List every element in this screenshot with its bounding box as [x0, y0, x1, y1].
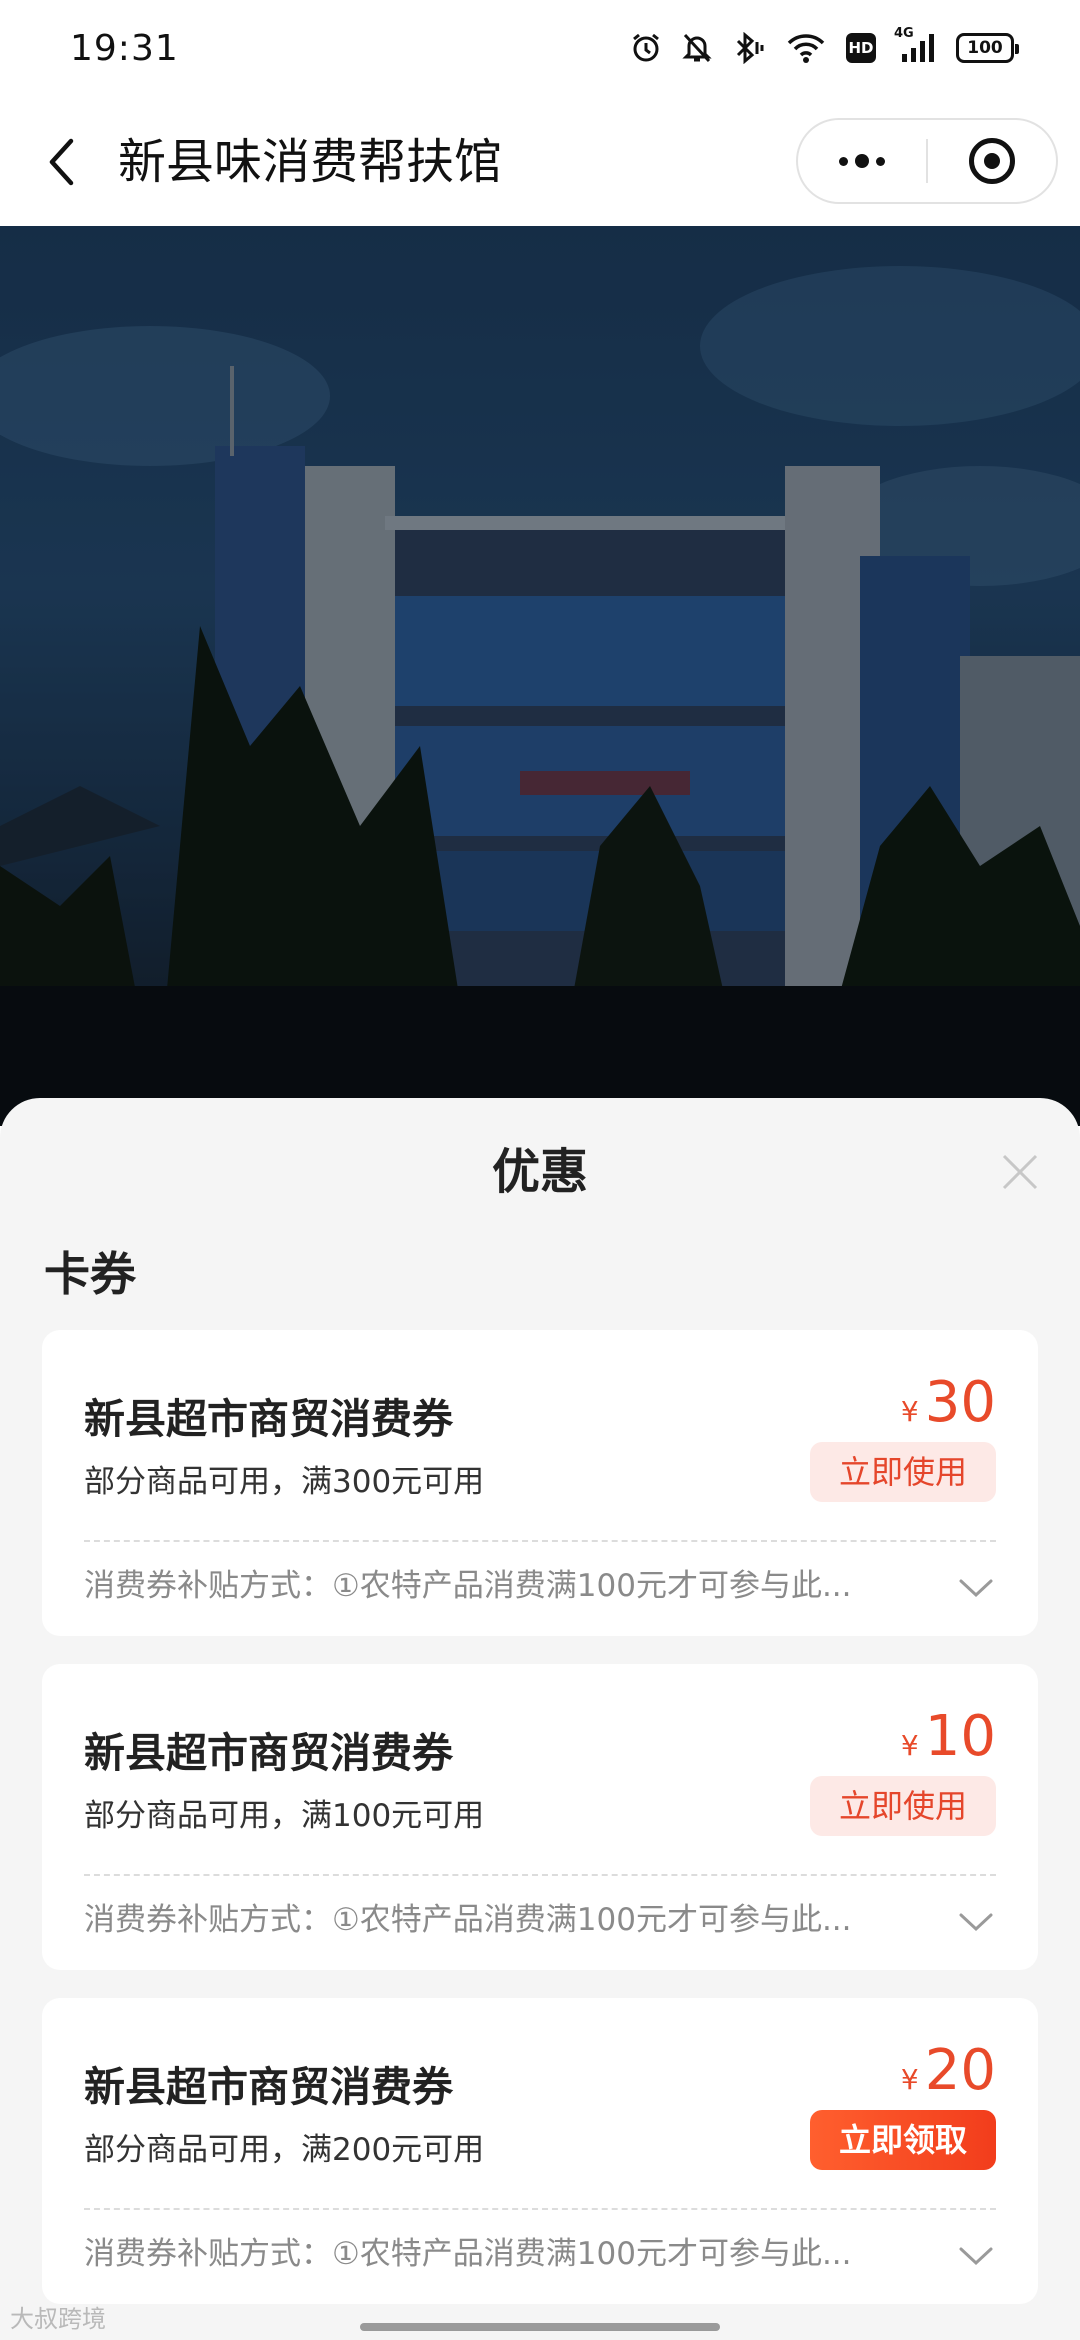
coupon-amount: ¥ 10 [901, 1702, 996, 1772]
coupon-condition: 部分商品可用，满300元可用 [84, 1464, 485, 1500]
coupon-card: 新县超市商贸消费券 部分商品可用，满100元可用 ¥ 10 立即使用 消费券补贴… [42, 1664, 1038, 1970]
mute-icon [682, 32, 712, 64]
home-indicator[interactable] [360, 2323, 720, 2331]
bluetooth-icon [732, 32, 766, 64]
coupon-description: 消费券补贴方式：①农特产品消费满100元才可参与此... [84, 2236, 852, 2272]
more-dot-center [855, 154, 869, 168]
status-icons: HD 4G 100 [630, 26, 1019, 64]
target-icon [969, 138, 1015, 184]
sheet-title: 优惠 [491, 1144, 588, 1200]
coupon-name: 新县超市商贸消费券 [84, 1395, 453, 1443]
dashed-divider [84, 1540, 996, 1542]
coupon-description: 消费券补贴方式：①农特产品消费满100元才可参与此... [84, 1568, 852, 1604]
page-title: 新县味消费帮扶馆 [118, 134, 503, 190]
coupon-description: 消费券补贴方式：①农特产品消费满100元才可参与此... [84, 1902, 852, 1938]
sheet-close-button[interactable] [998, 1150, 1042, 1194]
coupon-value: 10 [924, 1704, 996, 1769]
claim-now-button[interactable]: 立即领取 [810, 2110, 996, 2170]
dashed-divider [84, 2208, 996, 2210]
expand-button[interactable] [956, 1568, 996, 1608]
section-title-cards: 卡券 [44, 1247, 136, 1301]
coupon-condition: 部分商品可用，满200元可用 [84, 2132, 485, 2168]
offers-sheet: 优惠 卡券 新县超市商贸消费券 部分商品可用，满300元可用 ¥ 30 立即使用… [0, 1098, 1080, 2340]
overlay-mask[interactable] [0, 226, 1080, 1126]
nav-bar: 新县味消费帮扶馆 [0, 96, 1080, 226]
status-bar: 19:31 HD 4G 100 [0, 0, 1080, 96]
chevron-left-icon [49, 138, 74, 186]
battery-icon: 100 [956, 33, 1019, 63]
wifi-icon [786, 32, 826, 64]
mini-program-capsule [796, 118, 1058, 204]
hd-icon: HD [846, 33, 876, 63]
close-mini-program-button[interactable] [928, 120, 1056, 202]
currency-symbol: ¥ [900, 1395, 919, 1428]
chevron-down-icon [959, 1913, 993, 1932]
coupon-value: 30 [924, 1370, 996, 1435]
expand-button[interactable] [956, 1902, 996, 1942]
coupon-name: 新县超市商贸消费券 [84, 1729, 453, 1777]
watermark: 大叔跨境 [10, 2305, 106, 2333]
coupon-amount: ¥ 20 [901, 2036, 996, 2106]
chevron-down-icon [959, 1579, 993, 1598]
more-button[interactable] [798, 120, 926, 202]
currency-symbol: ¥ [900, 1729, 919, 1762]
screen: 19:31 HD 4G 100 新县味消费帮扶馆 优惠 卡券 新县超市商贸消费券… [0, 0, 1080, 2340]
status-time: 19:31 [70, 27, 179, 69]
coupon-card: 新县超市商贸消费券 部分商品可用，满300元可用 ¥ 30 立即使用 消费券补贴… [42, 1330, 1038, 1636]
coupon-card: 新县超市商贸消费券 部分商品可用，满200元可用 ¥ 20 立即领取 消费券补贴… [42, 1998, 1038, 2304]
currency-symbol: ¥ [900, 2063, 919, 2096]
more-dot [876, 156, 885, 166]
use-now-button[interactable]: 立即使用 [810, 1442, 996, 1502]
coupon-name: 新县超市商贸消费券 [84, 2063, 453, 2111]
coupon-value: 20 [924, 2038, 996, 2103]
close-icon [1002, 1154, 1038, 1190]
use-now-button[interactable]: 立即使用 [810, 1776, 996, 1836]
network-type: 4G [894, 26, 914, 41]
more-dot [839, 156, 848, 166]
signal-icon: 4G [894, 26, 936, 64]
alarm-icon [630, 32, 662, 64]
expand-button[interactable] [956, 2236, 996, 2276]
dashed-divider [84, 1874, 996, 1876]
coupon-amount: ¥ 30 [901, 1368, 996, 1438]
back-button[interactable] [36, 132, 86, 192]
chevron-down-icon [959, 2247, 993, 2266]
battery-level: 100 [967, 38, 1003, 58]
coupon-condition: 部分商品可用，满100元可用 [84, 1798, 485, 1834]
